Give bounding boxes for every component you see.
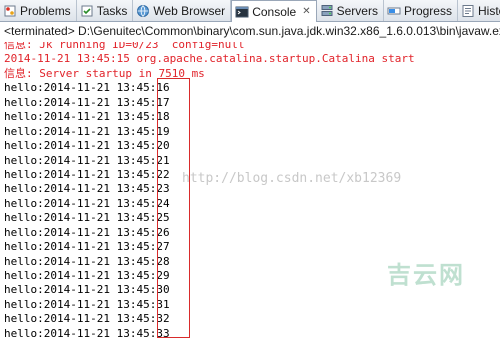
tab-label: Progress bbox=[403, 3, 452, 18]
console-output-line: hello:2014-11-21 13:45:24 bbox=[4, 196, 170, 210]
tab-label: Tasks bbox=[96, 3, 128, 18]
console-output-line: hello:2014-11-21 13:45:21 bbox=[4, 153, 170, 167]
console-output-line: hello:2014-11-21 13:45:25 bbox=[4, 211, 170, 225]
tab-console[interactable]: Console ✕ bbox=[231, 0, 317, 22]
tasks-icon bbox=[80, 4, 94, 18]
progress-icon bbox=[387, 4, 401, 18]
tab-servers[interactable]: Servers bbox=[317, 0, 384, 21]
watermark-url: http://blog.csdn.net/xb12369 bbox=[182, 171, 402, 186]
tab-label: Problems bbox=[20, 3, 71, 18]
close-icon[interactable]: ✕ bbox=[302, 6, 310, 17]
tab-label: Servers bbox=[336, 3, 378, 18]
console-output-line: hello:2014-11-21 13:45:33 bbox=[4, 326, 170, 340]
console-icon bbox=[235, 5, 249, 19]
console-error-line: 信息: Jk running ID=0/23 config=null bbox=[4, 38, 245, 51]
problems-icon bbox=[3, 4, 17, 18]
console-output-line: hello:2014-11-21 13:45:18 bbox=[4, 110, 170, 124]
servers-icon bbox=[320, 4, 334, 18]
console-output[interactable]: 信息: Jk running ID=0/23 config=null 2014-1… bbox=[4, 38, 500, 341]
tab-web-browser[interactable]: Web Browser bbox=[133, 0, 232, 21]
console-output-line: hello:2014-11-21 13:45:27 bbox=[4, 240, 170, 254]
console-error-line: 信息: Server startup in 7510 ms bbox=[4, 66, 205, 80]
console-error-line: 2014-11-21 13:45:15 org.apache.catalina.… bbox=[4, 52, 415, 66]
tab-progress[interactable]: Progress bbox=[384, 0, 458, 21]
console-output-line: hello:2014-11-21 13:45:20 bbox=[4, 139, 170, 153]
watermark-logo: 吉云网 bbox=[387, 261, 465, 289]
tab-label: Web Browser bbox=[153, 3, 226, 18]
console-output-line: hello:2014-11-21 13:45:16 bbox=[4, 81, 170, 95]
console-output-line: hello:2014-11-21 13:45:31 bbox=[4, 297, 170, 311]
tab-history[interactable]: History bbox=[458, 0, 500, 21]
tab-problems[interactable]: Problems bbox=[0, 0, 77, 21]
tab-tasks[interactable]: Tasks bbox=[77, 0, 134, 21]
console-output-line: hello:2014-11-21 13:45:19 bbox=[4, 124, 170, 138]
console-output-line: hello:2014-11-21 13:45:32 bbox=[4, 312, 170, 326]
tab-label: Console bbox=[252, 4, 297, 19]
console-output-line: hello:2014-11-21 13:45:26 bbox=[4, 225, 170, 239]
console-output-line: hello:2014-11-21 13:45:17 bbox=[4, 95, 170, 109]
tab-label: History bbox=[477, 3, 500, 18]
console-status-line: <terminated> D:\Genuitec\Common\binary\c… bbox=[4, 24, 500, 38]
web-browser-icon bbox=[136, 4, 150, 18]
history-icon bbox=[461, 4, 475, 18]
view-tab-bar: Problems Tasks Web Browser Console ✕ Servers P… bbox=[0, 0, 500, 22]
